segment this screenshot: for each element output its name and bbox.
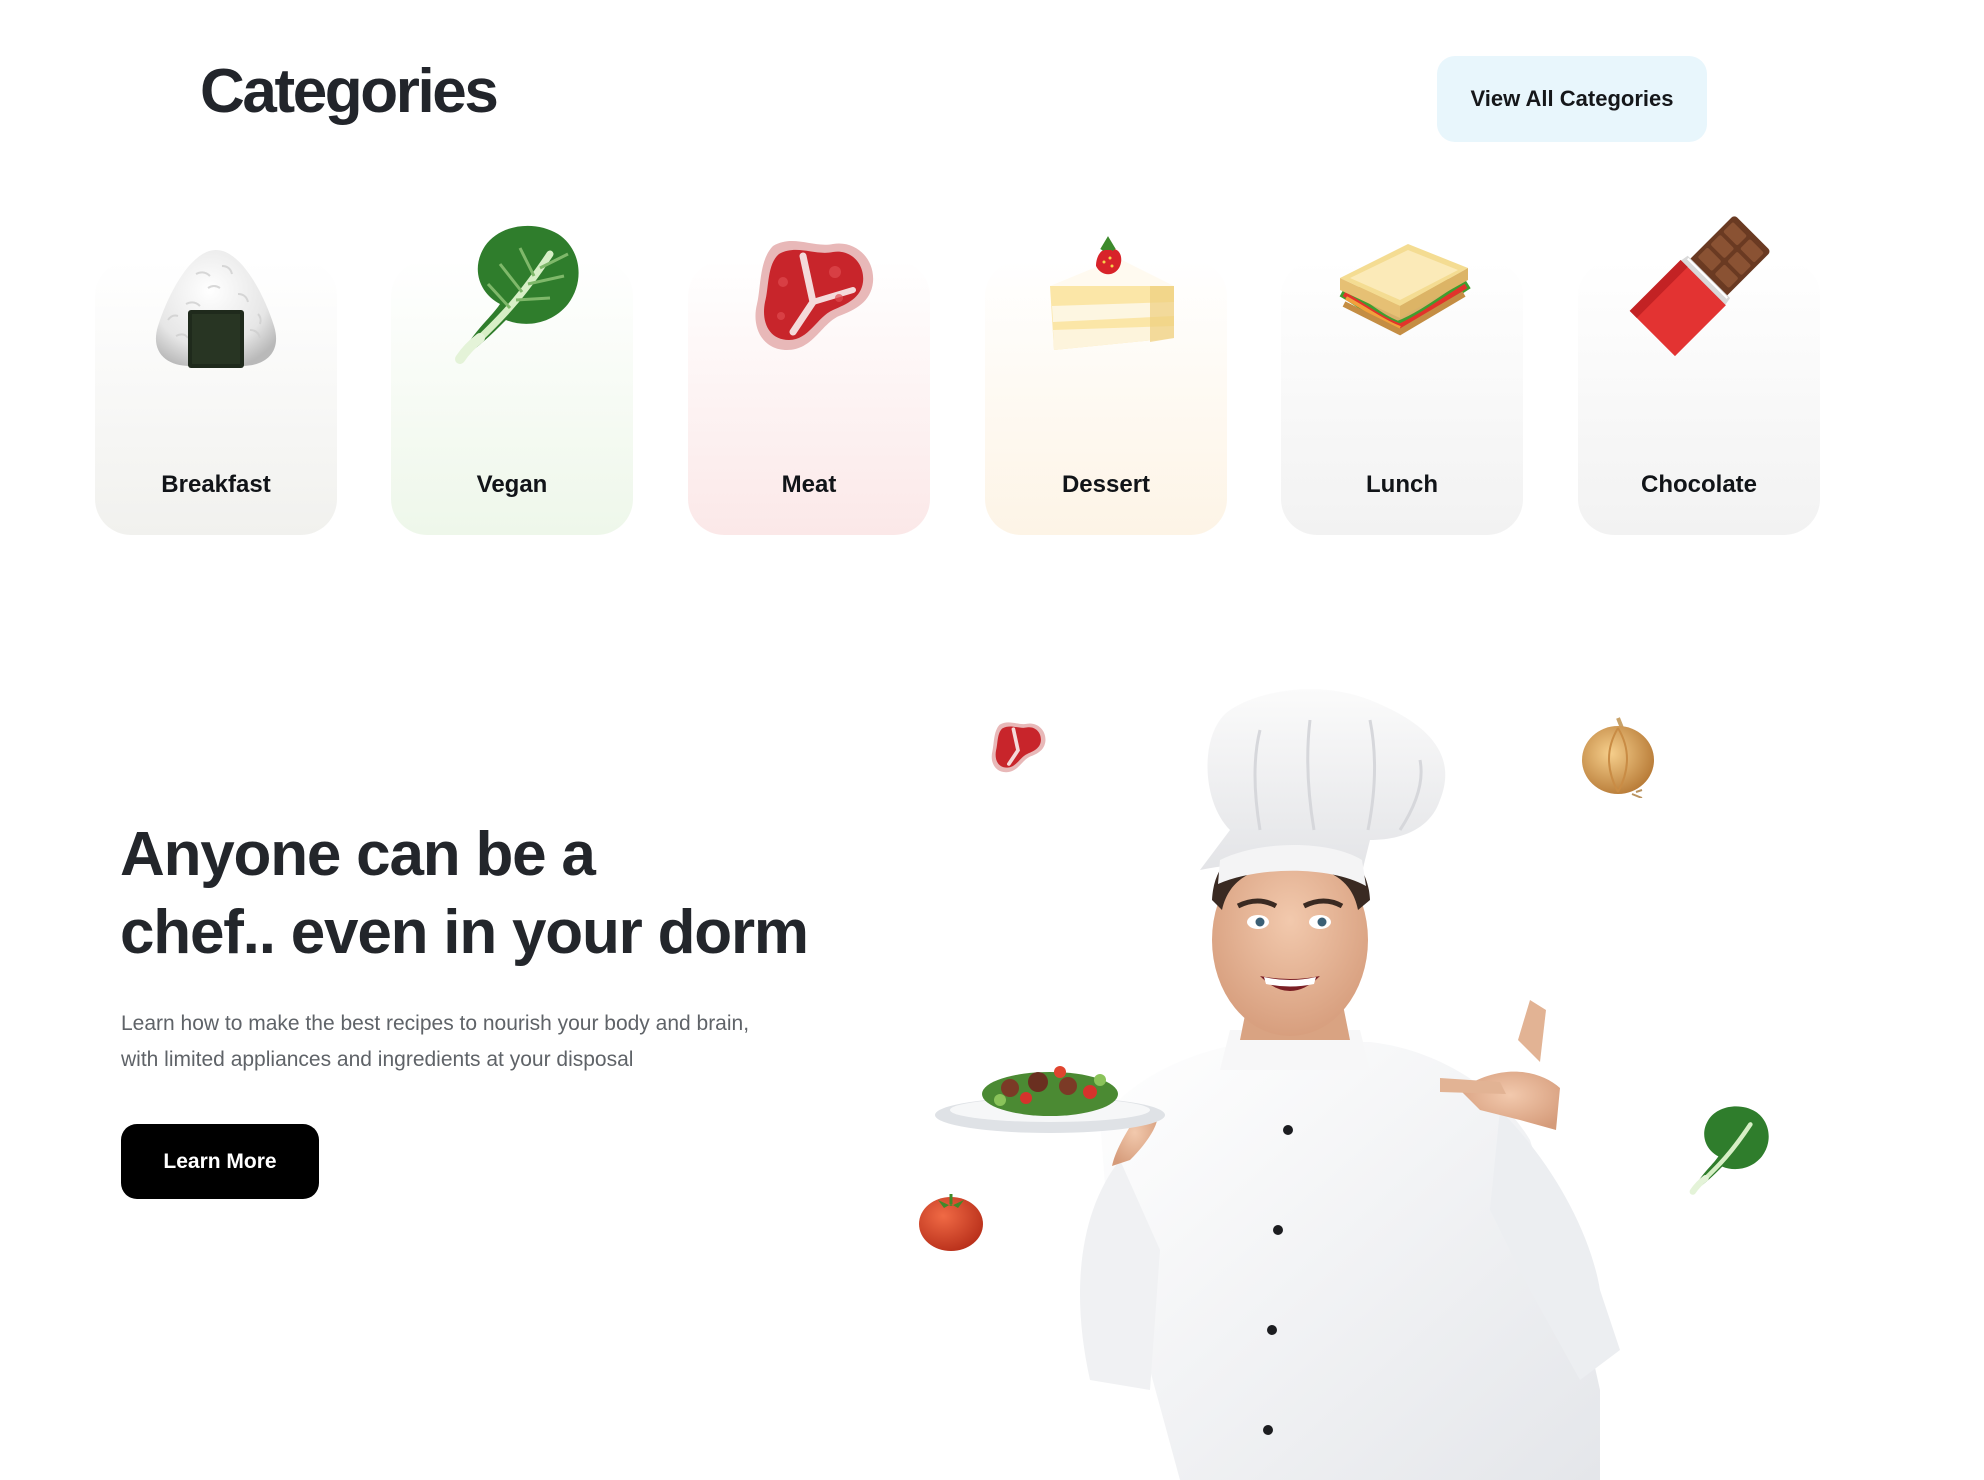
category-card-dessert[interactable]: Dessert <box>985 236 1227 535</box>
view-all-categories-button[interactable]: View All Categories <box>1437 56 1707 142</box>
hero-description: Learn how to make the best recipes to no… <box>121 1006 821 1078</box>
category-label: Lunch <box>1366 471 1438 498</box>
category-card-breakfast[interactable]: Breakfast <box>95 250 337 535</box>
floating-leafy-green-icon <box>1680 1102 1776 1203</box>
category-card-vegan[interactable]: Vegan <box>391 225 633 535</box>
category-label: Dessert <box>1061 471 1151 498</box>
hero-description-line-1: Learn how to make the best recipes to no… <box>121 1012 750 1035</box>
hero-title-line-1: Anyone can be a <box>120 820 596 889</box>
category-card-meat[interactable]: Meat <box>688 241 930 535</box>
page: Categories View All Categories Breakfast… <box>0 0 1984 1480</box>
learn-more-button[interactable]: Learn More <box>121 1124 319 1199</box>
hero-title-line-2: chef.. even in your dorm <box>120 898 809 967</box>
hero-title: Anyone can be a chef.. even in your dorm <box>120 816 840 972</box>
category-label: Breakfast <box>161 471 271 498</box>
category-card-lunch[interactable]: Lunch <box>1281 244 1523 535</box>
category-card-chocolate[interactable]: Chocolate <box>1578 216 1820 535</box>
chef-illustration <box>900 689 1780 1480</box>
category-label: Chocolate <box>1640 471 1757 498</box>
floating-tomato-icon <box>918 1188 984 1257</box>
floating-onion-icon <box>1578 714 1658 803</box>
categories-title: Categories <box>200 57 499 126</box>
hero-description-line-2: with limited appliances and ingredients … <box>121 1048 634 1071</box>
category-label: Meat <box>781 471 837 498</box>
category-label: Vegan <box>476 471 548 498</box>
floating-steak-icon <box>986 718 1050 783</box>
